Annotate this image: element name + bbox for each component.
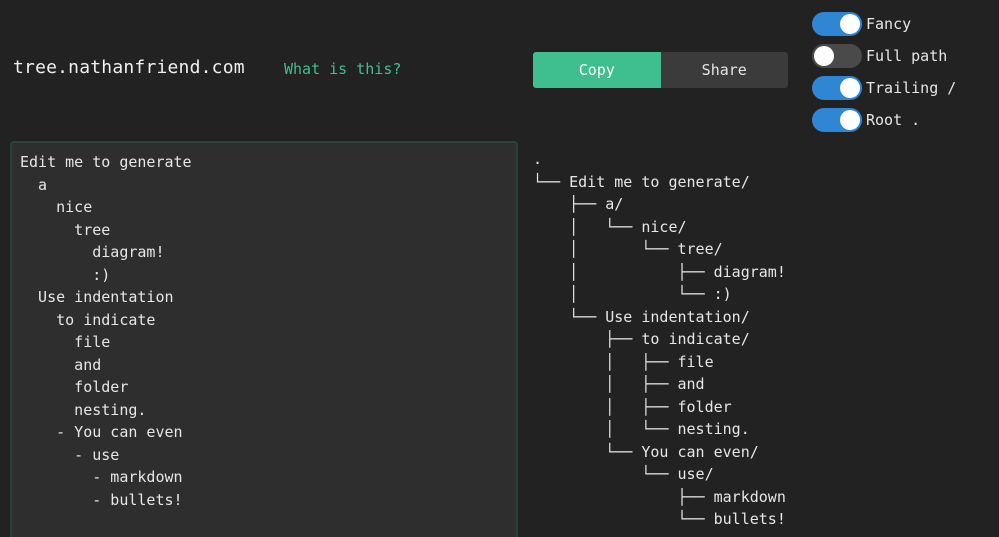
option-fancy: Fancy [812,8,956,40]
trailing-slash-label: Trailing / [866,79,957,97]
toggle-knob [840,14,860,34]
site-title: tree.nathanfriend.com [13,57,245,78]
toggle-knob [840,110,860,130]
full-path-label: Full path [866,47,948,65]
source-text-editor[interactable]: Edit me to generate a nice tree diagram!… [10,141,518,537]
option-root-dot: Root . [812,104,956,136]
copy-button[interactable]: Copy [533,52,661,88]
option-trailing-slash: Trailing / [812,72,956,104]
full-path-toggle[interactable] [812,44,862,68]
tree-output: . └── Edit me to generate/ ├── a/ │ └── … [533,148,993,537]
toggle-knob [814,46,834,66]
fancy-label: Fancy [866,15,912,33]
options-panel: Fancy Full path Trailing / Root . [812,8,956,136]
trailing-slash-toggle[interactable] [812,76,862,100]
editor-content[interactable]: Edit me to generate a nice tree diagram!… [20,151,508,511]
root-dot-toggle[interactable] [812,108,862,132]
toggle-knob [840,78,860,98]
fancy-toggle[interactable] [812,12,862,36]
app-root: tree.nathanfriend.com What is this? Copy… [0,0,999,537]
tree-diagram: . └── Edit me to generate/ ├── a/ │ └── … [533,150,786,528]
about-link[interactable]: What is this? [284,60,401,78]
root-dot-label: Root . [866,111,921,129]
share-button[interactable]: Share [660,52,788,88]
option-full-path: Full path [812,40,956,72]
action-button-group: Copy Share [533,52,788,88]
